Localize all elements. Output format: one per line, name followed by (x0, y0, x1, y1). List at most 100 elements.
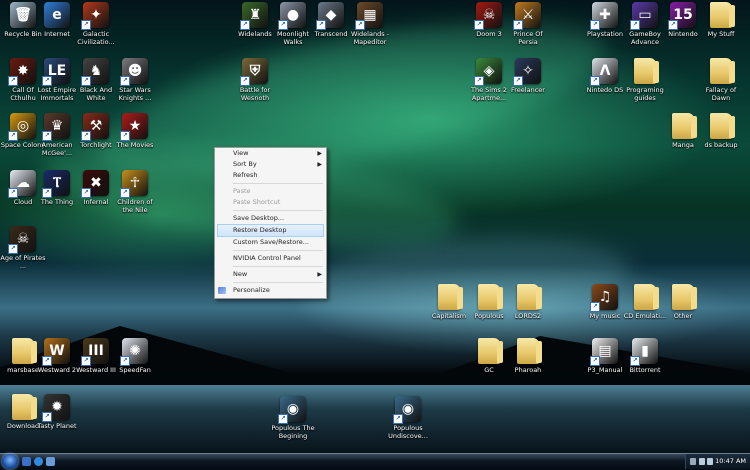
shortcut-arrow-icon: ↗ (393, 414, 403, 424)
desktop-icon-prince-of-persia[interactable]: ⚔ ↗ Prince Of Persia (505, 2, 551, 46)
desktop[interactable]: 🗑 Recycle Bin e Internet ✦ ↗ Galactic Civiliza… (0, 0, 750, 453)
submenu-arrow-icon: ▶ (317, 161, 322, 168)
show-desktop-icon[interactable] (22, 457, 31, 466)
bittorrent-icon: ▮ ↗ (630, 338, 658, 366)
desktop-icon-label: Populous The Begining (271, 424, 315, 440)
desktop-icon-widelands-mapeditor[interactable]: ▦ ↗ Widelands - Mapeditor (347, 2, 393, 46)
menu-separator (233, 210, 323, 211)
desktop-icon-my-stuff[interactable]: My Stuff (698, 2, 744, 38)
shortcut-arrow-icon: ↗ (278, 20, 288, 30)
shortcut-arrow-icon: ↗ (8, 188, 18, 198)
shortcut-arrow-icon: ↗ (81, 131, 91, 141)
desktop-icon-children-of-the-nile[interactable]: ☥ ↗ Children of the Nile (112, 170, 158, 214)
desktop-icon-label: Tasty Planet (37, 422, 77, 430)
folder-icon (478, 338, 503, 364)
shortcut-arrow-icon: ↗ (42, 131, 52, 141)
shortcut-arrow-icon: ↗ (240, 20, 250, 30)
start-button[interactable] (2, 454, 18, 469)
desktop-icon-label: Programing guides (626, 86, 664, 102)
desktop-icon-star-wars-knights[interactable]: ☻ ↗ Star Wars Knights ... (112, 58, 158, 102)
desktop-icon-tasty-planet[interactable]: ✹ ↗ Tasty Planet (34, 394, 80, 430)
playstation-icon: ✚ ↗ (590, 2, 618, 30)
desktop-icon-bittorrent[interactable]: ▮ ↗ Bittorrent (622, 338, 668, 374)
age-of-pirates-icon: ☠ ↗ (8, 226, 36, 254)
folder-icon (517, 338, 542, 364)
menu-item-new[interactable]: New ▶ (215, 269, 326, 280)
menu-item-nvidia-control-panel[interactable]: NVIDIA Control Panel (215, 253, 326, 264)
nintendo-icon: 15 ↗ (668, 2, 696, 30)
desktop-icon-populous-undiscove[interactable]: ◉ ↗ Populous Undiscove... (385, 396, 431, 440)
populous-undiscovered-icon: ◉ ↗ (393, 396, 421, 424)
internet-explorer-quicklaunch-icon[interactable] (34, 457, 43, 466)
shortcut-arrow-icon: ↗ (120, 356, 130, 366)
personalize-icon (218, 287, 226, 294)
desktop-icon-ds-backup[interactable]: ds backup (698, 113, 744, 149)
menu-item-save-desktop[interactable]: Save Desktop... (215, 213, 326, 224)
torchlight-icon: ⚒ ↗ (81, 113, 109, 141)
folder-icon (634, 58, 659, 84)
shortcut-arrow-icon: ↗ (590, 302, 600, 312)
menu-item-view[interactable]: View ▶ (215, 148, 326, 159)
shortcut-arrow-icon: ↗ (81, 20, 91, 30)
desktop-icon-populous-the-begining[interactable]: ◉ ↗ Populous The Begining (270, 396, 316, 440)
prince-of-persia-icon: ⚔ ↗ (513, 2, 541, 30)
desktop-icon-galactic-civilizatio[interactable]: ✦ ↗ Galactic Civilizatio... (73, 2, 119, 46)
menu-item-restore-desktop[interactable]: Restore Desktop (217, 224, 324, 237)
shortcut-arrow-icon: ↗ (590, 76, 600, 86)
desktop-icon-label: Star Wars Knights ... (118, 86, 152, 102)
desktop-icon-battle-for-wesnoth[interactable]: ⛨ ↗ Battle for Wesnoth (232, 58, 278, 102)
desktop-icon-programing-guides[interactable]: Programing guides (622, 58, 668, 102)
shortcut-arrow-icon: ↗ (81, 76, 91, 86)
folder-icon (710, 2, 735, 28)
shortcut-arrow-icon: ↗ (590, 20, 600, 30)
folder-icon (12, 394, 37, 420)
desktop-icon-other[interactable]: Other (660, 284, 706, 320)
clock[interactable]: 10:47 AM (715, 457, 746, 465)
shortcut-arrow-icon: ↗ (590, 356, 600, 366)
menu-item-sort-by[interactable]: Sort By ▶ (215, 159, 326, 170)
space-colony-icon: ◎ ↗ (8, 113, 36, 141)
shortcut-arrow-icon: ↗ (355, 20, 365, 30)
menu-item-refresh[interactable]: Refresh (215, 170, 326, 181)
shortcut-arrow-icon: ↗ (8, 131, 18, 141)
shortcut-arrow-icon: ↗ (8, 76, 18, 86)
desktop-icon-freelancer[interactable]: ✧ ↗ Freelancer (505, 58, 551, 94)
desktop-icon-label: Other (673, 312, 693, 320)
populous-the-begining-icon: ◉ ↗ (278, 396, 306, 424)
volume-icon[interactable] (699, 458, 705, 465)
call-of-cthulhu-icon: ✸ ↗ (8, 58, 36, 86)
folder-icon (517, 284, 542, 310)
menu-item-label: View (233, 149, 249, 157)
desktop-icon-lords2[interactable]: LORDS2 (505, 284, 551, 320)
the-movies-icon: ★ ↗ (120, 113, 148, 141)
arrow-icon[interactable] (690, 458, 696, 465)
shortcut-arrow-icon: ↗ (240, 76, 250, 86)
shortcut-arrow-icon: ↗ (513, 20, 523, 30)
infernal-icon: ✖ ↗ (81, 170, 109, 198)
shortcut-arrow-icon: ↗ (42, 412, 52, 422)
widelands-mapeditor-icon: ▦ ↗ (355, 2, 383, 30)
shortcut-arrow-icon: ↗ (120, 76, 130, 86)
desktop-icon-fallacy-of-dawn[interactable]: Fallacy of Dawn (698, 58, 744, 102)
star-wars-knights-icon: ☻ ↗ (120, 58, 148, 86)
widelands-icon: ♜ ↗ (240, 2, 268, 30)
menu-item-label: Refresh (233, 171, 258, 179)
switch-windows-icon[interactable] (46, 457, 55, 466)
menu-item-label: Custom Save/Restore... (233, 238, 309, 246)
network-icon[interactable] (707, 458, 713, 465)
menu-item-personalize[interactable]: Personalize (215, 285, 326, 296)
desktop-icon-speedfan[interactable]: ✺ ↗ SpeedFan (112, 338, 158, 374)
menu-item-label: New (233, 270, 248, 278)
american-mcgee-icon: ♛ ↗ (42, 113, 70, 141)
children-of-the-nile-icon: ☥ ↗ (120, 170, 148, 198)
desktop-icon-label: LORDS2 (514, 312, 542, 320)
menu-item-custom-save-restore[interactable]: Custom Save/Restore... (215, 237, 326, 248)
desktop-icon-the-movies[interactable]: ★ ↗ The Movies (112, 113, 158, 149)
desktop-icon-age-of-pirates[interactable]: ☠ ↗ Age of Pirates ... (0, 226, 46, 270)
my-music-icon: ♫ ↗ (590, 284, 618, 312)
desktop-icon-pharoah[interactable]: Pharoah (505, 338, 551, 374)
submenu-arrow-icon: ▶ (317, 150, 322, 157)
shortcut-arrow-icon: ↗ (42, 188, 52, 198)
folder-icon (710, 58, 735, 84)
shortcut-arrow-icon: ↗ (278, 414, 288, 424)
